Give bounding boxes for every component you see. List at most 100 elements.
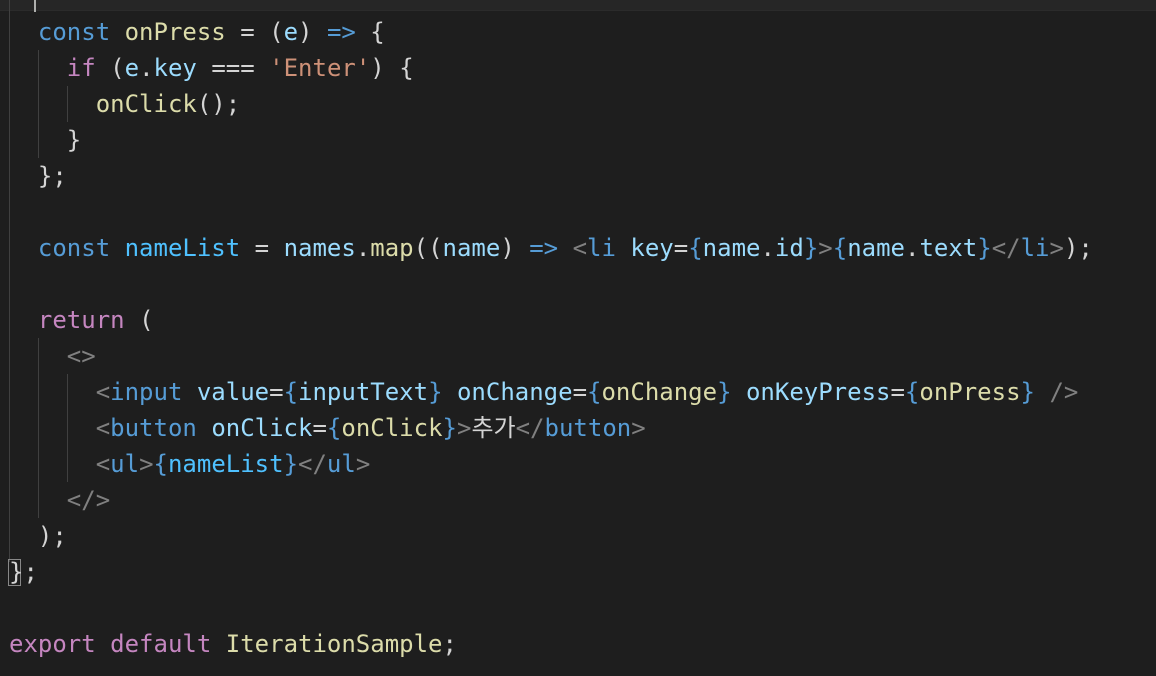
code-line-7[interactable]: const nameList = names.map((name) => <li… [9,230,1093,266]
token-jsx-text: 추가 [471,414,516,442]
token-dot: . [139,54,154,82]
token-variable: names [283,234,356,262]
token-identifier: IterationSample [225,630,443,658]
token-paren: (( [413,234,443,262]
token-tag-bracket: /> [1049,378,1079,406]
editor-top-edge [0,0,1156,11]
code-line-3[interactable]: onClick(); [9,86,241,122]
token-tag-bracket: </ [515,414,545,442]
token-jsx-brace: { [283,378,299,406]
token-tag-bracket: > [818,234,833,262]
token-attribute: onKeyPress [745,378,891,406]
token-method: map [370,234,414,262]
token-tag-bracket: </ [298,450,327,478]
token-brace: } [66,126,82,154]
token-paren: ) [370,54,385,82]
token-tag-name: li [1020,234,1050,262]
token-string: 'Enter' [269,54,371,82]
token-keyword: if [66,54,96,82]
token-function-call: onClick [95,90,197,118]
token-tag-bracket: > [456,414,472,442]
token-jsx-brace: } [428,378,443,406]
token-function-name: onPress [124,18,226,46]
token-function-ref: onClick [341,414,443,442]
token-jsx-brace: } [803,234,819,262]
token-tag-bracket: </ [991,234,1021,262]
token-jsx-brace: } [283,450,299,478]
code-line-2[interactable]: if (e.key === 'Enter') { [9,50,414,86]
token-semicolon: ; [23,558,38,586]
token-paren: ) [298,18,313,46]
code-line-12[interactable]: <button onClick={onClick}>추가</button> [9,410,646,446]
token-tag-name: button [110,414,197,442]
token-fragment-open: <> [66,342,96,370]
token-operator: = [254,234,270,262]
token-tag-bracket: < [95,414,111,442]
code-line-9[interactable]: return ( [9,302,154,338]
token-dot: . [760,234,775,262]
token-property: key [153,54,197,82]
token-arrow: => [529,234,559,262]
code-line-1[interactable]: const onPress = (e) => { [9,14,385,50]
token-parameter: name [442,234,501,262]
token-punctuation: (); [196,90,241,118]
token-operator: = [240,18,255,46]
token-jsx-brace: { [153,450,168,478]
token-function-ref: onPress [919,378,1021,406]
token-punctuation: }; [37,162,67,190]
token-semicolon: ; [442,630,457,658]
token-variable: inputText [298,378,429,406]
token-tag-bracket: > [139,450,154,478]
token-keyword: export [9,630,96,658]
code-line-14[interactable]: </> [9,482,110,518]
token-jsx-brace: { [688,234,703,262]
token-constant: nameList [124,234,241,262]
code-line-10[interactable]: <> [9,338,96,374]
token-operator: = [673,234,689,262]
token-operator: === [211,54,255,82]
token-jsx-brace: } [977,234,992,262]
token-tag-name: input [110,378,183,406]
token-tag-bracket: < [572,234,588,262]
token-jsx-brace: } [1020,378,1035,406]
token-variable: name [847,234,905,262]
token-operator: = [312,414,327,442]
token-punctuation: ); [1063,234,1093,262]
token-jsx-brace: } [717,378,732,406]
token-tag-bracket: < [95,450,111,478]
token-operator: = [890,378,905,406]
token-tag-name: button [544,414,632,442]
token-dot: . [904,234,920,262]
token-attribute: onClick [211,414,313,442]
token-operator: = [269,378,284,406]
code-line-15[interactable]: ); [9,518,67,554]
token-paren: ( [139,306,154,334]
token-punctuation: ); [37,522,67,550]
token-tag-bracket: > [631,414,646,442]
token-paren: ) [500,234,515,262]
token-attribute: onChange [456,378,573,406]
text-cursor [34,0,36,12]
token-property: id [774,234,804,262]
token-brace: } [9,558,24,586]
token-tag-bracket: > [355,450,371,478]
token-operator: = [572,378,588,406]
token-variable: e [124,54,140,82]
code-line-11[interactable]: <input value={inputText} onChange={onCha… [9,374,1079,410]
token-variable: name [702,234,761,262]
code-line-5[interactable]: }; [9,158,67,194]
token-attribute: value [196,378,270,406]
token-tag-bracket: < [95,378,111,406]
token-jsx-brace: { [326,414,342,442]
token-keyword: const [37,234,111,262]
token-brace: { [370,18,385,46]
token-tag-name: ul [326,450,356,478]
token-brace: { [399,54,414,82]
token-paren: ( [110,54,125,82]
code-line-16[interactable]: }; [9,554,38,590]
code-line-18[interactable]: export default IterationSample; [9,626,457,662]
token-parameter: e [283,18,299,46]
code-line-4[interactable]: } [9,122,81,158]
code-line-13[interactable]: <ul>{nameList}</ul> [9,446,371,482]
code-editor[interactable]: const onPress = (e) => { if (e.key === '… [0,0,1156,676]
